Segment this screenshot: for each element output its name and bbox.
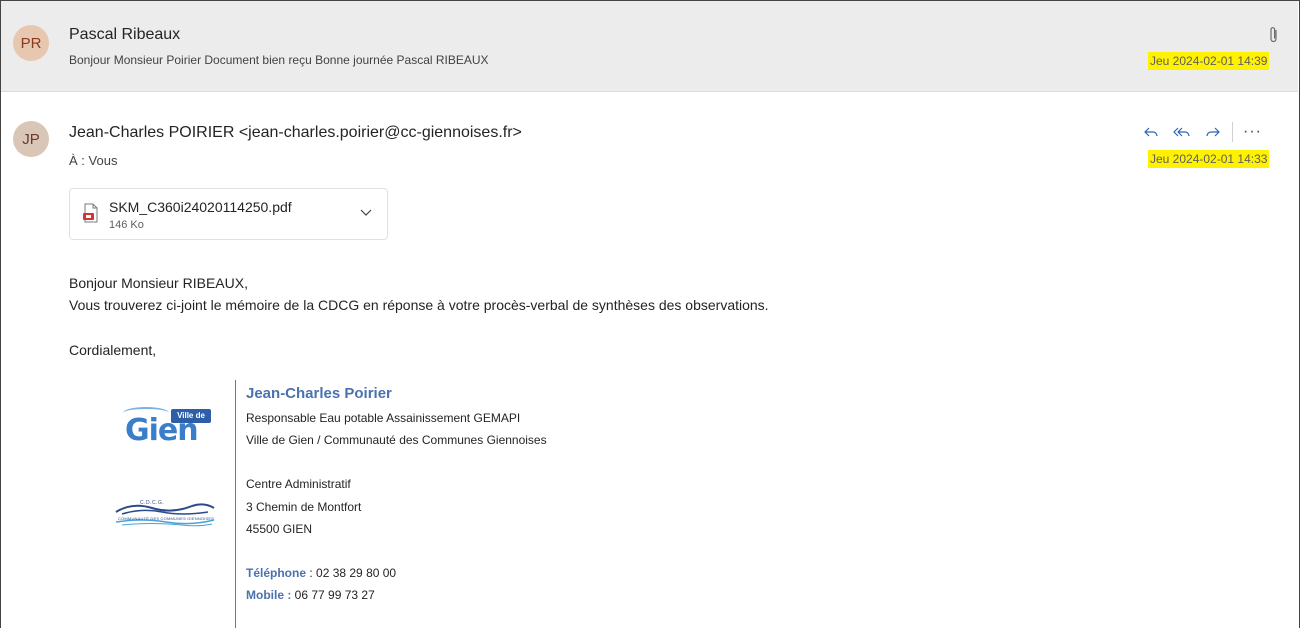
message-date: Jeu 2024-02-01 14:39 [1148, 52, 1270, 70]
attachment-card[interactable]: SKM_C360i24020114250.pdf 146 Ko [69, 188, 388, 240]
phone-value[interactable]: : 02 38 29 80 00 [306, 566, 396, 580]
mobile-value[interactable]: 06 77 99 73 27 [291, 588, 375, 602]
avatar: JP [13, 121, 49, 157]
reply-button[interactable] [1135, 120, 1166, 144]
signature-phone: Téléphone : 02 38 29 80 00 [246, 566, 396, 580]
chevron-down-icon[interactable] [360, 209, 372, 217]
forward-button[interactable] [1197, 120, 1228, 144]
phone-label: Téléphone [246, 566, 307, 580]
to-value[interactable]: Vous [89, 153, 118, 168]
logo-cdcg-caption: COMMUNAUTÉ DES COMMUNES GIENNOISES [118, 516, 215, 521]
message-actions: ··· [1135, 120, 1268, 144]
reply-all-button[interactable] [1166, 120, 1197, 144]
signature-mobile: Mobile : 06 77 99 73 27 [246, 588, 375, 602]
to-label: À : [69, 153, 85, 168]
signature-address-1: Centre Administratif [246, 477, 351, 491]
logo-gien-word: Gien [125, 413, 199, 448]
reply-all-icon [1172, 127, 1190, 137]
sender-name: Pascal Ribeaux [69, 26, 181, 43]
forward-icon [1205, 127, 1220, 137]
body-closing: Cordialement, [69, 342, 157, 358]
ville-de-gien-logo: Ville de Gien [115, 405, 217, 451]
reading-pane [0, 0, 1300, 628]
signature-divider [235, 380, 236, 628]
signature-role: Responsable Eau potable Assainissement G… [246, 411, 521, 425]
sender-name[interactable]: Jean-Charles POIRIER <jean-charles.poiri… [69, 124, 522, 142]
avatar: PR [13, 25, 49, 61]
signature-name: Jean-Charles Poirier [246, 385, 392, 402]
message-date: Jeu 2024-02-01 14:33 [1148, 150, 1270, 168]
attachment-size: 146 Ko [109, 219, 144, 231]
attachment-name: SKM_C360i24020114250.pdf [109, 199, 292, 215]
logo-cdcg-text: C.D.C.G. [140, 500, 165, 506]
mobile-label: Mobile : [246, 588, 292, 602]
paperclip-icon [1270, 27, 1277, 43]
signature-address-3: 45500 GIEN [246, 522, 313, 536]
cdcg-logo: C.D.C.G. COMMUNAUTÉ DES COMMUNES GIENNOI… [112, 498, 218, 528]
message-preview: Bonjour Monsieur Poirier Document bien r… [69, 53, 489, 67]
body-text: Vous trouverez ci-joint le mémoire de la… [69, 297, 769, 313]
recipient-line: À : Vous [69, 153, 117, 168]
collapsed-message[interactable]: PR Pascal Ribeaux Bonjour Monsieur Poiri… [1, 1, 1298, 92]
divider [1232, 122, 1233, 142]
body-greeting: Bonjour Monsieur RIBEAUX, [69, 275, 248, 291]
more-actions-button[interactable]: ··· [1237, 120, 1268, 144]
waves-logo-icon [115, 503, 215, 527]
pdf-file-icon [83, 203, 98, 223]
signature-org: Ville de Gien / Communauté des Communes … [246, 433, 547, 447]
signature-address-2: 3 Chemin de Montfort [246, 500, 362, 514]
reply-icon [1143, 127, 1158, 137]
